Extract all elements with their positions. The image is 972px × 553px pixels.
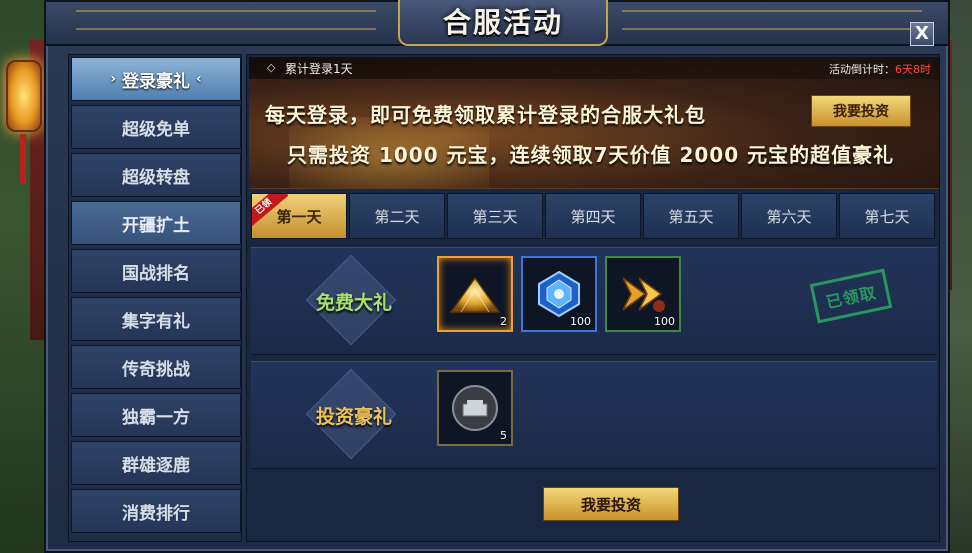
golden-arrow-icon [622, 277, 665, 312]
tab-day-3[interactable]: 第三天 [447, 193, 543, 239]
invest-button-top[interactable]: 我要投资 [811, 95, 911, 127]
tab-label: 第四天 [570, 207, 616, 226]
sidebar-item-dominate[interactable]: 独霸一方 [71, 393, 241, 437]
sidebar-item-expand-territory[interactable]: 开疆扩土 [71, 201, 241, 245]
sidebar-item-legend-challenge[interactable]: 传奇挑战 [71, 345, 241, 389]
free-gift-label: 免费大礼 [315, 292, 392, 314]
reward-slot[interactable]: 100 [605, 256, 681, 332]
tab-label: 第一天 [276, 207, 322, 226]
item-count: 100 [654, 315, 675, 328]
title-ornament-left [76, 10, 376, 30]
tab-label: 第五天 [668, 207, 714, 226]
sidebar-item-label: 开疆扩土 [122, 215, 190, 236]
tab-day-4[interactable]: 第四天 [545, 193, 641, 239]
invest-gift-label: 投资豪礼 [315, 406, 392, 428]
close-button[interactable]: X [910, 22, 934, 46]
sidebar-item-label: 国战排名 [122, 263, 190, 284]
sidebar-item-label: 传奇挑战 [122, 359, 190, 380]
day-tabs: 已领 第一天 第二天 第三天 第四天 第五天 第六天 第七天 [251, 193, 937, 239]
title-ornament-right [622, 10, 922, 30]
invest-gift-row: 投资豪礼 5 [251, 361, 937, 469]
sidebar: › 登录豪礼 ‹ 超级免单 超级转盘 开疆扩土 国战排名 集字有礼 传奇挑战 独… [68, 54, 242, 542]
window-title: 合服活动 [442, 6, 563, 39]
sidebar-item-collect-words[interactable]: 集字有礼 [71, 297, 241, 341]
reward-slot[interactable]: 100 [521, 256, 597, 332]
sidebar-item-spending-ranking[interactable]: 消费排行 [71, 489, 241, 533]
banner-headline: 每天登录，即可免费领取累计登录的合服大礼包 [265, 103, 706, 127]
sidebar-item-super-wheel[interactable]: 超级转盘 [71, 153, 241, 197]
chevron-left-icon: ‹ [196, 71, 202, 87]
sidebar-item-label: 超级免单 [122, 119, 190, 140]
tab-label: 第二天 [374, 207, 420, 226]
sidebar-item-heroes-contest[interactable]: 群雄逐鹿 [71, 441, 241, 485]
banner-subline: 只需投资 1000 元宝，连续领取7天价值 2000 元宝的超值豪礼 [287, 143, 895, 167]
blue-gem-icon [538, 270, 580, 318]
tab-day-5[interactable]: 第五天 [643, 193, 739, 239]
item-count: 2 [500, 315, 507, 328]
invest-gift-label-wrap: 投资豪礼 [299, 368, 409, 460]
login-days-text: 累计登录1天 [285, 62, 353, 76]
countdown-value: 6天8时 [895, 63, 931, 76]
tab-day-1[interactable]: 已领 第一天 [251, 193, 347, 239]
sidebar-item-login-gift[interactable]: › 登录豪礼 ‹ [71, 57, 241, 101]
sidebar-item-label: 群雄逐鹿 [122, 455, 190, 476]
sidebar-item-label: 消费排行 [122, 503, 190, 524]
reward-slot[interactable]: 2 [437, 256, 513, 332]
tab-label: 第七天 [864, 207, 910, 226]
tab-day-2[interactable]: 第二天 [349, 193, 445, 239]
lantern-tassel [20, 134, 26, 184]
invest-button-bottom[interactable]: 我要投资 [543, 487, 679, 521]
tab-day-7[interactable]: 第七天 [839, 193, 935, 239]
gold-pile-icon [449, 276, 501, 313]
reward-slot[interactable]: 5 [437, 370, 513, 446]
sidebar-item-label: 独霸一方 [122, 407, 190, 428]
content-panel: ◇ 累计登录1天 活动倒计时：6天8时 每天登录，即可免费领取累计登录的合服大礼… [246, 54, 940, 542]
sidebar-item-super-free[interactable]: 超级免单 [71, 105, 241, 149]
free-gift-label-wrap: 免费大礼 [299, 254, 409, 346]
countdown: 活动倒计时：6天8时 [829, 61, 931, 77]
countdown-label: 活动倒计时： [829, 63, 895, 76]
tab-label: 第六天 [766, 207, 812, 226]
item-count: 5 [500, 429, 507, 442]
lantern-icon [6, 60, 42, 132]
promo-banner: ◇ 累计登录1天 活动倒计时：6天8时 每天登录，即可免费领取累计登录的合服大礼… [249, 57, 939, 189]
title-bar: 合服活动 X [46, 0, 948, 46]
tab-day-6[interactable]: 第六天 [741, 193, 837, 239]
title-plaque: 合服活动 [398, 0, 608, 46]
item-count: 100 [570, 315, 591, 328]
diamond-bullet-icon: ◇ [267, 61, 276, 74]
free-gift-row: 免费大礼 2 100 100 已领取 [251, 247, 937, 355]
tab-label: 第三天 [472, 207, 518, 226]
sidebar-item-label: 集字有礼 [122, 311, 190, 332]
sidebar-item-label: 登录豪礼 [122, 71, 190, 92]
locked-chest-icon [452, 385, 498, 431]
claimed-stamp: 已领取 [809, 268, 893, 324]
sidebar-item-label: 超级转盘 [122, 167, 190, 188]
activity-window: 合服活动 X › 登录豪礼 ‹ 超级免单 超级转盘 开疆扩土 国战排名 集字有礼… [44, 0, 950, 553]
banner-header: ◇ 累计登录1天 活动倒计时：6天8时 [249, 57, 939, 79]
chevron-right-icon: › [110, 71, 116, 87]
sidebar-item-war-ranking[interactable]: 国战排名 [71, 249, 241, 293]
